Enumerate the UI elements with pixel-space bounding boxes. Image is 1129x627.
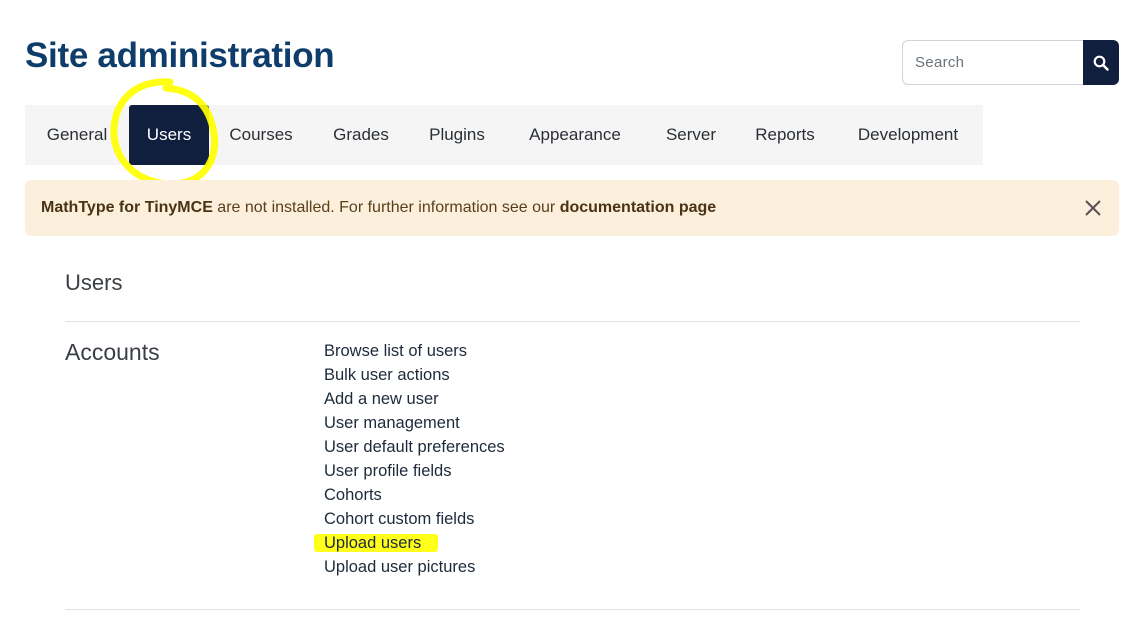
tab-reports[interactable]: Reports <box>737 105 833 165</box>
link-bulk-user-actions[interactable]: Bulk user actions <box>324 366 450 384</box>
list-item: Browse list of users <box>324 340 505 364</box>
list-item: Add a new user <box>324 388 505 412</box>
tab-plugins[interactable]: Plugins <box>409 105 505 165</box>
link-browse-users[interactable]: Browse list of users <box>324 342 467 360</box>
divider <box>65 321 1080 322</box>
search-icon <box>1093 55 1109 71</box>
list-item: User profile fields <box>324 460 505 484</box>
accounts-heading: Accounts <box>65 339 160 365</box>
list-item: Upload user pictures <box>324 556 505 580</box>
link-add-new-user[interactable]: Add a new user <box>324 390 439 408</box>
search-form <box>902 40 1119 85</box>
tab-grades[interactable]: Grades <box>313 105 409 165</box>
accounts-links: Browse list of users Bulk user actions A… <box>324 340 505 580</box>
link-user-default-preferences[interactable]: User default preferences <box>324 438 505 456</box>
page: Site administration General Users Course… <box>0 0 1129 627</box>
link-user-profile-fields[interactable]: User profile fields <box>324 462 451 480</box>
tab-appearance[interactable]: Appearance <box>505 105 645 165</box>
link-cohort-custom-fields[interactable]: Cohort custom fields <box>324 510 474 528</box>
divider <box>65 609 1080 610</box>
link-upload-users[interactable]: Upload users <box>324 534 421 552</box>
link-user-management[interactable]: User management <box>324 414 460 432</box>
list-item: Cohorts <box>324 484 505 508</box>
tab-general[interactable]: General <box>25 105 129 165</box>
plugin-alert: MathType for TinyMCE are not installed. … <box>25 180 1119 236</box>
search-button[interactable] <box>1083 40 1119 85</box>
tab-users[interactable]: Users <box>129 105 209 165</box>
link-cohorts[interactable]: Cohorts <box>324 486 382 504</box>
list-item: Upload users <box>324 532 505 556</box>
list-item: Bulk user actions <box>324 364 505 388</box>
list-item: Cohort custom fields <box>324 508 505 532</box>
close-icon[interactable] <box>1083 198 1103 218</box>
list-item: User management <box>324 412 505 436</box>
search-input[interactable] <box>902 40 1083 85</box>
section-heading: Users <box>65 270 123 295</box>
page-title: Site administration <box>25 36 335 75</box>
tab-development[interactable]: Development <box>833 105 983 165</box>
link-upload-user-pictures[interactable]: Upload user pictures <box>324 558 475 576</box>
admin-tabs: General Users Courses Grades Plugins App… <box>25 105 983 165</box>
list-item: User default preferences <box>324 436 505 460</box>
tab-courses[interactable]: Courses <box>209 105 313 165</box>
alert-message: MathType for TinyMCE are not installed. … <box>41 199 717 216</box>
tab-server[interactable]: Server <box>645 105 737 165</box>
documentation-link[interactable]: documentation page <box>560 199 716 216</box>
